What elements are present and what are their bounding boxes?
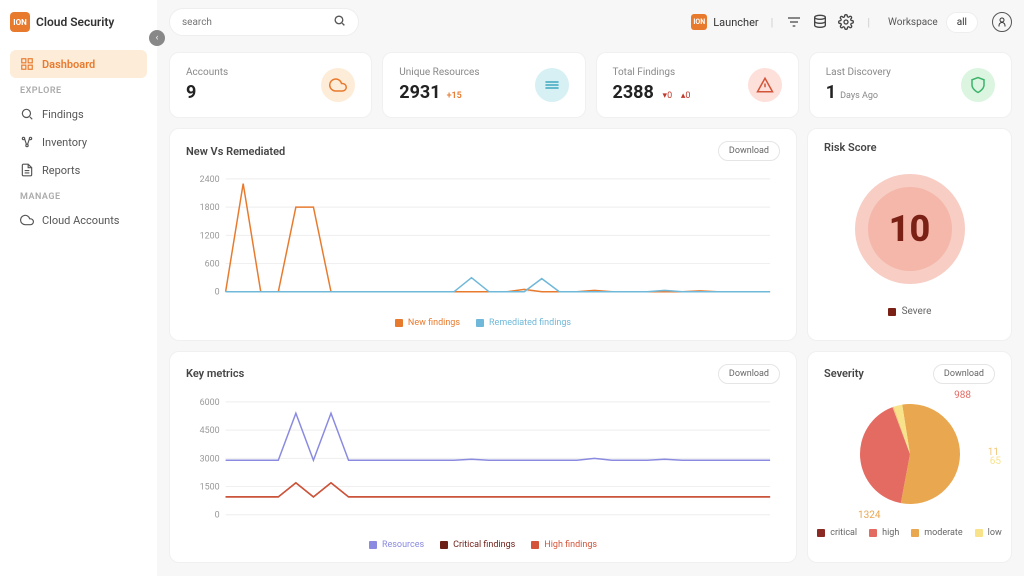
line-chart: 0 600 1200 1800 2400 [186,171,780,310]
card-title: Severity [824,367,864,380]
reports-icon [20,163,34,177]
svg-text:0: 0 [215,288,220,298]
brand-name: Cloud Security [36,15,114,29]
svg-text:1200: 1200 [200,231,220,241]
download-button[interactable]: Download [718,141,780,161]
risk-severity: Severe [888,306,932,317]
svg-text:2400: 2400 [200,175,220,185]
legend-item: Remediated findings [476,318,571,328]
sidebar-item-cloud-accounts[interactable]: Cloud Accounts [10,206,147,234]
sidebar-item-label: Inventory [42,136,87,149]
risk-value: 10 [889,208,931,250]
legend-item: New findings [395,318,460,328]
line-chart: 0 1500 3000 4500 6000 [186,394,780,533]
search-input[interactable] [182,17,333,28]
svg-text:3000: 3000 [200,454,220,464]
cloud-icon [321,68,355,102]
svg-text:1800: 1800 [200,203,220,213]
card-title: Risk Score [824,141,877,154]
kpi-value: 2931 [399,82,440,103]
card-title: New Vs Remediated [186,145,285,158]
sidebar-section-manage: MANAGE [10,184,147,206]
settings-icon[interactable] [837,13,855,31]
kpi-resources: Unique Resources 2931 +15 [382,52,585,118]
kpi-value: 1 [826,82,836,103]
svg-text:6000: 6000 [200,397,220,407]
card-title: Key metrics [186,367,244,380]
launcher-button[interactable]: ION Launcher [691,14,758,30]
sidebar-item-label: Dashboard [42,58,95,71]
stack-icon [535,68,569,102]
workspace-label: Workspace [888,17,938,28]
divider: | [867,16,870,29]
shield-icon [961,68,995,102]
launcher-label: Launcher [713,16,758,29]
svg-text:600: 600 [205,260,220,270]
inventory-icon [20,135,34,149]
kpi-value: 2388 [613,82,654,103]
user-avatar-icon[interactable] [992,12,1012,32]
sidebar-item-inventory[interactable]: Inventory [10,128,147,156]
kpi-label: Unique Resources [399,67,479,78]
topbar: ION Launcher | | Workspace all [157,0,1024,44]
kpi-findings: Total Findings 2388 ▾0 ▴0 [596,52,799,118]
filter-icon[interactable] [785,13,803,31]
severity-card: Severity Download 988 11 65 1324 critica… [807,351,1012,564]
sidebar-item-label: Findings [42,108,84,121]
svg-text:0: 0 [215,510,220,520]
pie-value-high: 988 [954,390,971,401]
sidebar-collapse-button[interactable]: ‹ [149,30,165,46]
risk-score-card: Risk Score 10 Severe [807,128,1012,341]
cloud-icon [20,213,34,227]
download-button[interactable]: Download [718,364,780,384]
workspace-select[interactable]: all [946,12,978,33]
chart-key-metrics: Key metrics Download 0 1500 3000 4500 6000 R… [169,351,797,564]
dashboard-icon [20,57,34,71]
legend-item: high [869,528,899,538]
alert-icon [748,68,782,102]
kpi-delta-up: ▴0 [681,91,691,101]
legend-item: Critical findings [440,540,515,550]
legend-item: moderate [911,528,962,538]
legend-item: High findings [531,540,597,550]
sidebar-item-label: Reports [42,164,80,177]
kpi-discovery: Last Discovery 1 Days Ago [809,52,1012,118]
risk-gauge: 10 [855,174,965,284]
findings-icon [20,107,34,121]
sidebar-item-findings[interactable]: Findings [10,100,147,128]
brand: ION Cloud Security [10,12,147,32]
pie-chart [850,394,970,514]
sidebar-section-explore: EXPLORE [10,78,147,100]
kpi-accounts: Accounts 9 [169,52,372,118]
legend-item: critical [817,528,857,538]
svg-text:4500: 4500 [200,426,220,436]
download-button[interactable]: Download [933,364,995,384]
brand-badge-icon: ION [10,12,30,32]
divider: | [771,16,774,29]
sidebar-item-reports[interactable]: Reports [10,156,147,184]
kpi-label: Total Findings [613,67,691,78]
kpi-unit: Days Ago [840,91,878,101]
kpi-label: Accounts [186,67,228,78]
sidebar-item-label: Cloud Accounts [42,214,119,227]
kpi-delta-down: ▾0 [663,91,673,101]
database-icon[interactable] [811,13,829,31]
svg-text:1500: 1500 [200,482,220,492]
search-box[interactable] [169,8,359,36]
pie-value-low: 65 [990,456,1001,467]
pie-value-critical: 1324 [858,510,880,521]
kpi-label: Last Discovery [826,67,891,78]
sidebar: ION Cloud Security ‹ Dashboard EXPLORE F… [0,0,157,576]
kpi-delta: +15 [447,91,462,101]
legend-item: Resources [369,540,424,550]
legend-item: low [975,528,1002,538]
launcher-badge-icon: ION [691,14,707,30]
sidebar-item-dashboard[interactable]: Dashboard [10,50,147,78]
kpi-value: 9 [186,82,228,103]
search-icon [333,14,346,30]
chart-new-vs-remediated: New Vs Remediated Download 0 600 1200 1800 2… [169,128,797,341]
